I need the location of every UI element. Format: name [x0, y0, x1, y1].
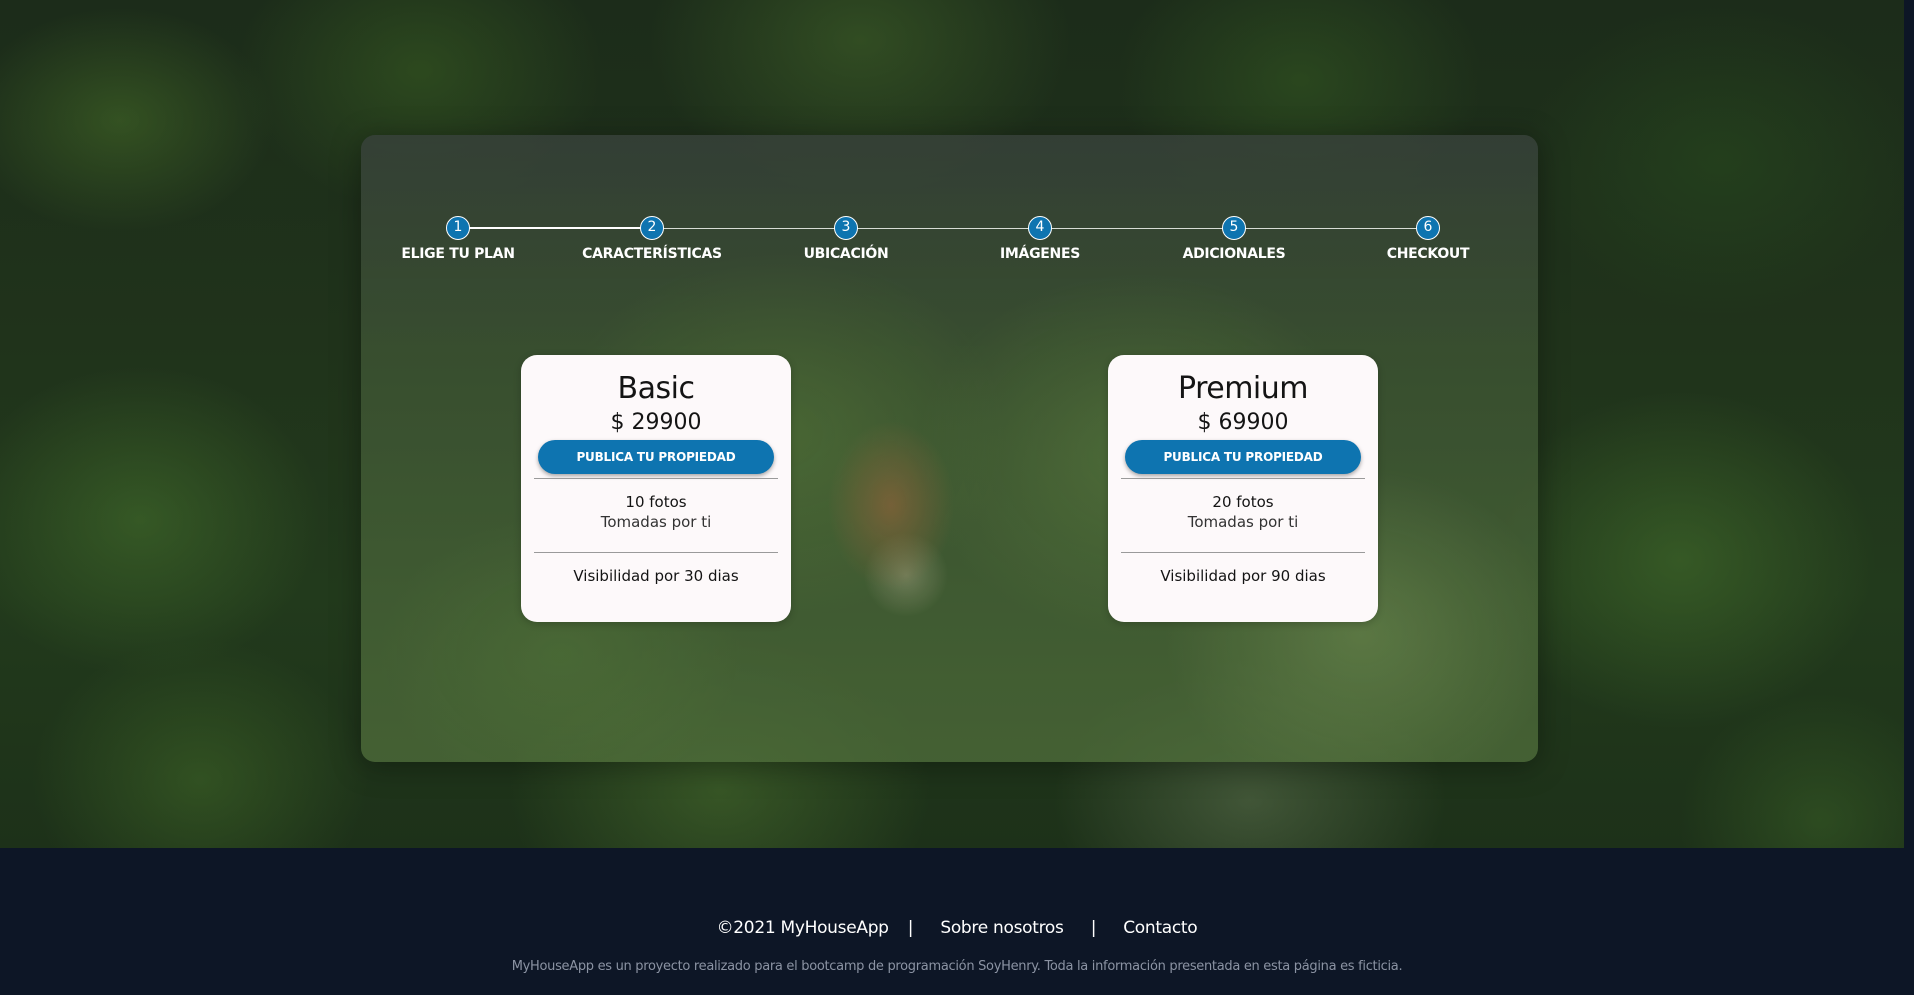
plan-visibility: Visibilidad por 30 dias — [573, 567, 739, 585]
plan-title: Basic — [617, 371, 695, 406]
publish-basic-button[interactable]: PUBLICA TU PROPIEDAD — [538, 440, 774, 474]
plan-card-premium: Premium $ 69900 PUBLICA TU PROPIEDAD 20 … — [1108, 355, 1378, 622]
step-number: 6 — [1416, 216, 1440, 240]
progress-stepper: 1 ELIGE TU PLAN 2 CARACTERÍSTICAS 3 UBIC… — [361, 135, 1538, 262]
footer-separator: | — [1090, 918, 1097, 938]
step-3[interactable]: 3 UBICACIÓN — [756, 216, 936, 262]
divider — [1121, 478, 1365, 479]
footer-separator: | — [907, 918, 914, 938]
step-1[interactable]: 1 ELIGE TU PLAN — [368, 216, 548, 262]
step-6[interactable]: 6 CHECKOUT — [1338, 216, 1518, 262]
copyright-text: ©2021 MyHouseApp — [716, 918, 889, 938]
publish-premium-button[interactable]: PUBLICA TU PROPIEDAD — [1125, 440, 1361, 474]
plan-photos: 20 fotos — [1212, 493, 1274, 511]
plan-photos-note: Tomadas por ti — [600, 513, 712, 531]
plan-price: $ 69900 — [1197, 410, 1289, 435]
step-number: 1 — [446, 216, 470, 240]
plan-price: $ 29900 — [610, 410, 702, 435]
plan-title: Premium — [1178, 371, 1309, 406]
site-footer: ©2021 MyHouseApp | Sobre nosotros | Cont… — [0, 848, 1914, 995]
step-label: CARACTERÍSTICAS — [582, 246, 722, 262]
plan-selection-panel: 1 ELIGE TU PLAN 2 CARACTERÍSTICAS 3 UBIC… — [361, 135, 1538, 762]
plan-photos-note: Tomadas por ti — [1187, 513, 1299, 531]
step-2[interactable]: 2 CARACTERÍSTICAS — [562, 216, 742, 262]
footer-links: ©2021 MyHouseApp | Sobre nosotros | Cont… — [0, 918, 1914, 938]
step-5[interactable]: 5 ADICIONALES — [1144, 216, 1324, 262]
contact-link[interactable]: Contacto — [1123, 918, 1197, 938]
step-number: 3 — [834, 216, 858, 240]
about-link[interactable]: Sobre nosotros — [940, 918, 1064, 938]
step-label: UBICACIÓN — [803, 246, 889, 262]
page-edge — [1904, 0, 1914, 848]
divider — [534, 478, 778, 479]
plan-photos: 10 fotos — [625, 493, 687, 511]
step-label: ELIGE TU PLAN — [401, 246, 515, 262]
step-label: IMÁGENES — [1000, 246, 1080, 262]
step-label: CHECKOUT — [1386, 246, 1470, 262]
step-number: 5 — [1222, 216, 1246, 240]
step-number: 2 — [640, 216, 664, 240]
divider — [534, 552, 778, 553]
step-label: ADICIONALES — [1182, 246, 1286, 262]
step-number: 4 — [1028, 216, 1052, 240]
footer-disclaimer: MyHouseApp es un proyecto realizado para… — [511, 959, 1403, 974]
plan-visibility: Visibilidad por 90 dias — [1160, 567, 1326, 585]
divider — [1121, 552, 1365, 553]
plan-card-basic: Basic $ 29900 PUBLICA TU PROPIEDAD 10 fo… — [521, 355, 791, 622]
step-4[interactable]: 4 IMÁGENES — [950, 216, 1130, 262]
page-edge — [1904, 848, 1914, 995]
